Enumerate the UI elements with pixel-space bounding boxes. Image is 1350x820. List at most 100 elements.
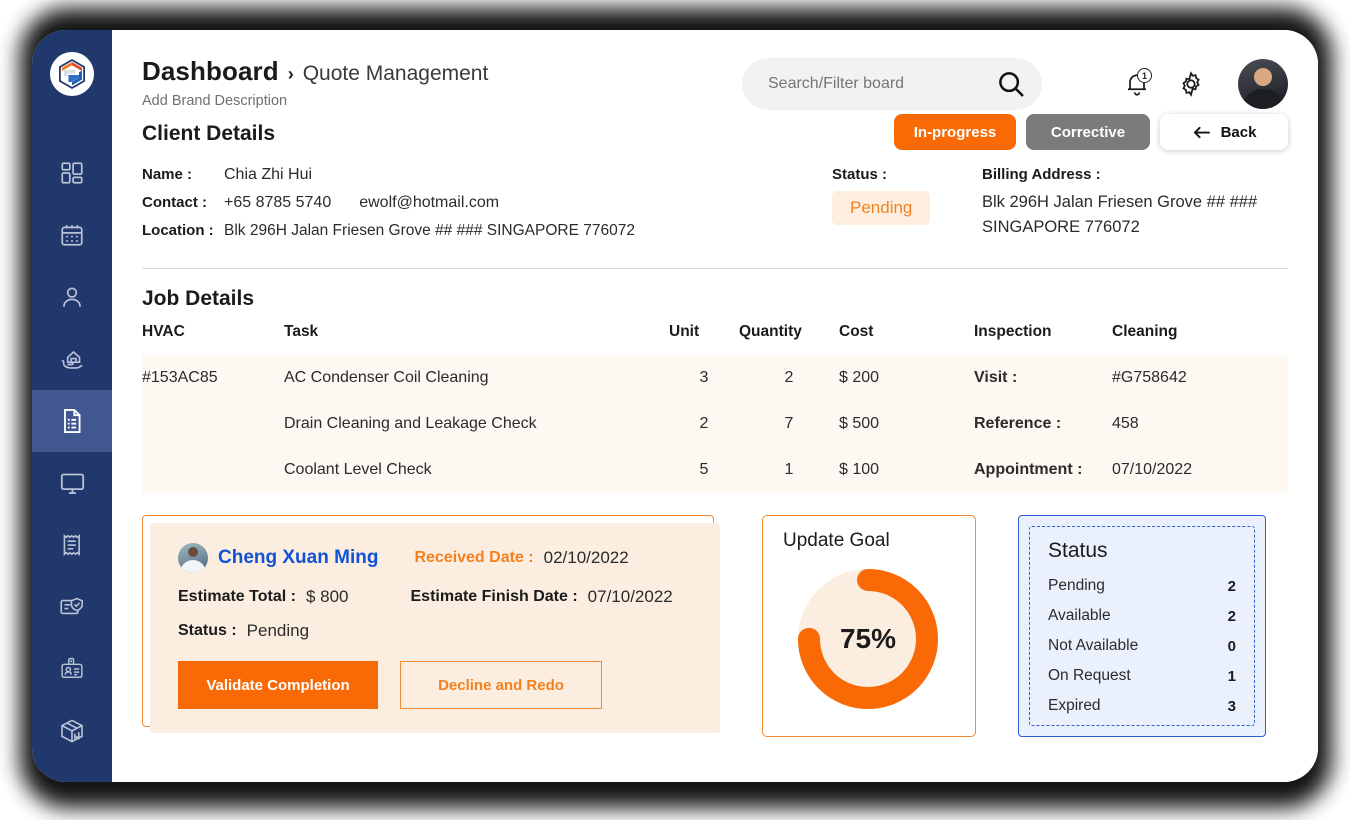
received-date-value: 02/10/2022	[543, 548, 629, 567]
cell-inspection: Visit :	[974, 369, 1018, 386]
status-row-not-available[interactable]: Not Available 0	[1048, 631, 1236, 661]
billing-address-line1: Blk 296H Jalan Friesen Grove ## ###	[982, 193, 1258, 211]
cell-cost: $ 500	[839, 415, 880, 432]
client-status-label: Status :	[832, 166, 888, 183]
cell-hvac	[142, 447, 284, 493]
in-progress-button[interactable]: In-progress	[894, 114, 1016, 150]
status-label: Not Available	[1048, 637, 1139, 654]
main-content: Dashboard › Quote Management Add Brand D…	[112, 30, 1318, 782]
status-row-on-request[interactable]: On Request 1	[1048, 661, 1236, 691]
table-header-row: HVAC Task Unit Quantity Cost Inspection …	[142, 311, 1288, 355]
search-box[interactable]	[742, 58, 1042, 110]
id-badge-icon	[60, 657, 83, 678]
sidebar-item-properties[interactable]	[32, 328, 112, 390]
sidebar	[32, 30, 112, 782]
decline-and-redo-button[interactable]: Decline and Redo	[400, 661, 602, 709]
status-summary-title: Status	[1048, 539, 1108, 562]
estimate-row-status: Status : Pending	[178, 621, 720, 641]
cell-task: AC Condenser Coil Cleaning	[284, 369, 489, 386]
corrective-button[interactable]: Corrective	[1026, 114, 1150, 150]
brand-logo[interactable]	[50, 52, 94, 96]
search-input[interactable]	[768, 75, 988, 93]
job-details-section: Job Details HVAC Task Unit Quantity Cost…	[112, 269, 1318, 493]
status-label: Expired	[1048, 697, 1101, 714]
cell-hvac	[142, 401, 284, 447]
sidebar-item-quotes[interactable]	[32, 390, 112, 452]
cell-task: Drain Cleaning and Leakage Check	[284, 415, 537, 432]
receipt-icon	[63, 534, 80, 557]
sidebar-item-staff[interactable]	[32, 638, 112, 700]
page-titles: Dashboard › Quote Management Add Brand D…	[142, 56, 488, 109]
sidebar-item-monitor[interactable]	[32, 452, 112, 514]
update-goal-card: Update Goal 75%	[762, 515, 976, 737]
estimate-actions: Validate Completion Decline and Redo	[178, 661, 720, 709]
top-bar-actions: 1	[742, 56, 1288, 110]
estimate-card-body: Cheng Xuan Ming Received Date : 02/10/20…	[150, 523, 720, 733]
cell-quantity: 1	[784, 461, 794, 478]
billing-address-block: Billing Address : Blk 296H Jalan Friesen…	[982, 166, 1288, 250]
cell-unit: 3	[699, 369, 709, 386]
section-divider	[142, 268, 1288, 269]
back-button-label: Back	[1220, 123, 1257, 141]
client-field-location: Location : Blk 296H Jalan Friesen Grove …	[142, 222, 832, 240]
sidebar-item-warranty[interactable]	[32, 576, 112, 638]
sidebar-item-dashboard[interactable]	[32, 142, 112, 204]
received-date-label: Received Date :	[414, 549, 534, 566]
goal-donut-chart: 75%	[793, 564, 943, 714]
column-hvac: HVAC	[142, 323, 185, 340]
column-task: Task	[284, 323, 319, 340]
sidebar-item-invoices[interactable]	[32, 514, 112, 576]
column-inspection: Inspection	[974, 323, 1052, 340]
notifications-button[interactable]: 1	[1110, 62, 1164, 106]
client-name-label: Name :	[142, 166, 193, 183]
column-cleaning: Cleaning	[1112, 323, 1178, 340]
brand-description: Add Brand Description	[142, 93, 288, 109]
package-box-icon	[61, 719, 83, 743]
client-info-fields: Name : Chia Zhi Hui Contact : +65 8785 5…	[142, 166, 832, 250]
cell-task: Coolant Level Check	[284, 461, 432, 478]
status-row-available[interactable]: Available 2	[1048, 601, 1236, 631]
client-info-grid: Name : Chia Zhi Hui Contact : +65 8785 5…	[142, 166, 1288, 250]
estimate-row-totals: Estimate Total : $ 800 Estimate Finish D…	[178, 587, 720, 607]
table-row[interactable]: #153AC85 AC Condenser Coil Cleaning 3 2 …	[142, 355, 1288, 401]
technician-name[interactable]: Cheng Xuan Ming	[218, 547, 378, 569]
client-field-name: Name : Chia Zhi Hui	[142, 166, 832, 184]
status-label: Available	[1048, 607, 1111, 624]
search-icon[interactable]	[996, 69, 1026, 99]
validate-completion-button[interactable]: Validate Completion	[178, 661, 378, 709]
bottom-cards: Cheng Xuan Ming Received Date : 02/10/20…	[112, 493, 1318, 737]
sidebar-item-calendar[interactable]	[32, 204, 112, 266]
cell-quantity: 7	[784, 415, 794, 432]
technician-avatar	[178, 543, 208, 573]
sidebar-item-customers[interactable]	[32, 266, 112, 328]
status-label: On Request	[1048, 667, 1131, 684]
cell-cost: $ 100	[839, 461, 880, 478]
sidebar-item-inventory[interactable]	[32, 700, 112, 762]
top-bar: Dashboard › Quote Management Add Brand D…	[112, 30, 1318, 122]
back-button[interactable]: Back	[1160, 114, 1288, 150]
settings-button[interactable]	[1164, 62, 1218, 106]
house-in-hand-icon	[61, 350, 83, 369]
status-row-pending[interactable]: Pending 2	[1048, 571, 1236, 601]
table-row[interactable]: Drain Cleaning and Leakage Check 2 7 $ 5…	[142, 401, 1288, 447]
status-row-expired[interactable]: Expired 3	[1048, 691, 1236, 721]
column-quantity: Quantity	[739, 323, 802, 340]
table-row[interactable]: Coolant Level Check 5 1 $ 100 Appointmen…	[142, 447, 1288, 493]
notification-badge: 1	[1137, 68, 1152, 83]
monitor-icon	[60, 473, 84, 494]
estimate-finish-value: 07/10/2022	[587, 587, 673, 606]
app-window: Dashboard › Quote Management Add Brand D…	[32, 30, 1318, 782]
cell-unit: 2	[699, 415, 709, 432]
client-phone-value: +65 8785 5740	[224, 194, 332, 211]
avatar[interactable]	[1238, 59, 1288, 109]
job-details-title: Job Details	[142, 287, 255, 310]
client-name-value: Chia Zhi Hui	[224, 166, 313, 183]
calendar-icon	[61, 225, 83, 246]
client-email-value: ewolf@hotmail.com	[359, 194, 500, 211]
status-summary-inner: Status Pending 2 Available 2 Not Availab…	[1029, 526, 1255, 726]
billing-address-label: Billing Address :	[982, 166, 1101, 183]
job-table-head: HVAC Task Unit Quantity Cost Inspection …	[142, 311, 1288, 355]
update-goal-title: Update Goal	[783, 530, 890, 551]
cell-cleaning: 07/10/2022	[1112, 461, 1193, 478]
breadcrumb-root[interactable]: Dashboard	[142, 56, 279, 87]
